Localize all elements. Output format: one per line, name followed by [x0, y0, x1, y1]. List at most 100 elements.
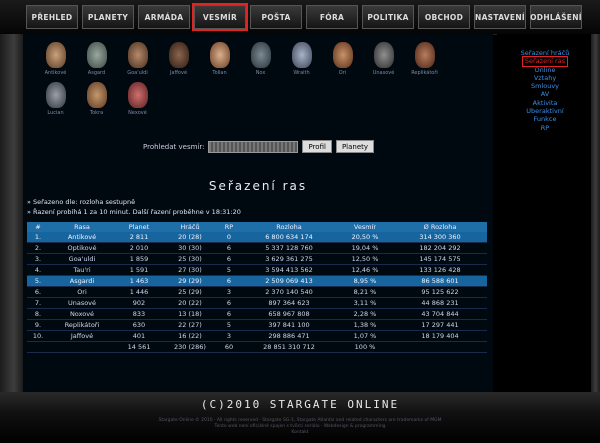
tab-prehled[interactable]: PŘEHLED [26, 5, 78, 29]
col-area[interactable]: Rozloha [241, 222, 337, 232]
avatar [127, 42, 148, 68]
race-avatar[interactable]: Nexové [117, 82, 158, 120]
table-cell[interactable]: Replikátoři [49, 319, 115, 331]
menu-uberactive[interactable]: Uberaktivní [526, 107, 563, 115]
col-rank[interactable]: # [27, 222, 49, 232]
race-avatar[interactable]: Antikové [35, 42, 76, 80]
tab-obchod[interactable]: OBCHOD [418, 5, 470, 29]
race-avatars: Antikové Asgard Goa'uldi Jaffové Tollan … [35, 42, 485, 122]
planets-button[interactable]: Planety [335, 140, 375, 153]
table-row[interactable]: 1. Antikové 2 811 20 (28) 0 6 800 634 174 20,5… [27, 232, 487, 243]
table-cell: 658 967 808 [241, 308, 337, 320]
table-cell: 6 [217, 297, 241, 309]
table-cell: 397 841 100 [241, 319, 337, 331]
table-cell: 20,50 % [337, 232, 393, 243]
avatar [45, 82, 66, 108]
table-cell: 1 591 [115, 264, 163, 276]
table-cell: 6 [217, 242, 241, 254]
race-avatar[interactable]: Replikátoři [404, 42, 445, 80]
total-cell: 60 [217, 341, 241, 353]
table-cell[interactable]: Ori [49, 286, 115, 298]
col-universe[interactable]: Vesmír [337, 222, 393, 232]
menu-race-ranking[interactable]: Seřazení ras [521, 56, 569, 67]
table-cell: 95 125 622 [393, 286, 487, 298]
table-cell: 8. [27, 308, 49, 320]
table-row[interactable]: 9. Replikátoři 630 22 (27) 5 397 841 100 1,38 … [27, 319, 487, 331]
race-avatar[interactable]: Tollan [199, 42, 240, 80]
race-avatar[interactable]: Lucian [35, 82, 76, 120]
table-cell: 6 [217, 275, 241, 287]
tab-planety[interactable]: PLANETY [82, 5, 134, 29]
table-cell: 5 [217, 264, 241, 276]
avatar [45, 42, 66, 68]
table-row[interactable]: 6. Ori 1 446 25 (29) 3 2 370 140 540 8,21 % 95 … [27, 286, 487, 298]
menu-relations[interactable]: Vztahy [534, 74, 556, 82]
race-name: Tollan [212, 70, 227, 76]
menu-functions[interactable]: Funkce [534, 115, 557, 123]
race-avatar[interactable]: Tokra [76, 82, 117, 120]
race-avatar[interactable]: Ori [322, 42, 363, 80]
table-row[interactable]: 3. Goa'uldi 1 859 25 (30) 6 3 629 361 275 12,5… [27, 253, 487, 265]
table-cell: 9. [27, 319, 49, 331]
table-cell[interactable]: Goa'uldi [49, 253, 115, 265]
table-cell: 897 364 623 [241, 297, 337, 309]
table-row[interactable]: 7. Unasové 902 20 (22) 6 897 364 623 3,11 % 44 … [27, 297, 487, 309]
col-planets[interactable]: Planet [115, 222, 163, 232]
nav-tabs: PŘEHLED PLANETY ARMÁDA VESMÍR POŠTA FÓRA… [26, 3, 582, 31]
table-row[interactable]: 5. Asgardi 1 463 29 (29) 6 2 509 069 413 8,95 … [27, 275, 487, 287]
update-info: » Řazení probíhá 1 za 10 minut. Další řa… [27, 208, 241, 216]
menu-player-ranking[interactable]: Seřazení hráčů [521, 49, 570, 57]
table-cell: 902 [115, 297, 163, 309]
menu-treaties[interactable]: Smlouvy [531, 82, 559, 90]
table-cell[interactable]: Unasové [49, 297, 115, 309]
table-header: # Rasa Planet Hráčů RP Rozloha Vesmír Ø … [27, 222, 487, 232]
menu-online[interactable]: Online [535, 66, 556, 74]
table-row[interactable]: 10. Jaffové 401 16 (22) 3 298 886 471 1,07 % 18… [27, 330, 487, 342]
table-cell[interactable]: Asgardi [49, 275, 115, 287]
table-cell: 3. [27, 253, 49, 265]
menu-rp[interactable]: RP [541, 124, 549, 132]
table-cell[interactable]: Optikové [49, 242, 115, 254]
tab-fora[interactable]: FÓRA [306, 5, 358, 29]
race-avatar[interactable]: Jaffové [158, 42, 199, 80]
menu-activity[interactable]: Aktivita [533, 99, 558, 107]
col-race[interactable]: Rasa [49, 222, 115, 232]
col-rp[interactable]: RP [217, 222, 241, 232]
table-cell[interactable]: Antikové [49, 232, 115, 243]
total-cell: 28 851 310 712 [241, 341, 337, 353]
race-avatar[interactable]: Asgard [76, 42, 117, 80]
avatar [86, 42, 107, 68]
table-row[interactable]: 8. Noxové 833 13 (18) 6 658 967 808 2,28 % 43 7… [27, 308, 487, 320]
search-input[interactable] [208, 140, 299, 153]
race-avatar[interactable]: Unasové [363, 42, 404, 80]
table-cell[interactable]: Tau'ri [49, 264, 115, 276]
table-cell[interactable]: Noxové [49, 308, 115, 320]
col-players[interactable]: Hráčů [163, 222, 217, 232]
tab-armada[interactable]: ARMÁDA [138, 5, 190, 29]
table-cell[interactable]: Jaffové [49, 330, 115, 342]
menu-av[interactable]: AV [541, 90, 549, 98]
race-avatar[interactable]: Wraith [281, 42, 322, 80]
tab-odhlaseni[interactable]: ODHLÁŠENÍ [530, 5, 582, 29]
table-cell: 27 (30) [163, 264, 217, 276]
profile-button[interactable]: Profil [302, 140, 332, 153]
race-name: Lucian [47, 110, 64, 116]
avatar [414, 42, 435, 68]
tab-politika[interactable]: POLITIKA [362, 5, 414, 29]
race-ranking-table: # Rasa Planet Hráčů RP Rozloha Vesmír Ø … [27, 222, 487, 353]
race-avatar[interactable]: Nox [240, 42, 281, 80]
footer-contact-link[interactable]: Kontakt [0, 430, 600, 436]
table-row[interactable]: 2. Optikové 2 010 30 (30) 6 5 337 128 760 19,0… [27, 242, 487, 254]
race-avatar[interactable]: Goa'uldi [117, 42, 158, 80]
table-cell: 8,95 % [337, 275, 393, 287]
table-cell: 44 868 231 [393, 297, 487, 309]
tab-vesmir[interactable]: VESMÍR [192, 3, 248, 31]
table-cell: 5 337 128 760 [241, 242, 337, 254]
table-cell: 20 (22) [163, 297, 217, 309]
col-avg-area[interactable]: Ø Rozloha [393, 222, 487, 232]
table-cell: 4. [27, 264, 49, 276]
tab-nastaveni[interactable]: NASTAVENÍ [474, 5, 526, 29]
table-row[interactable]: 4. Tau'ri 1 591 27 (30) 5 3 594 413 562 12,46 … [27, 264, 487, 276]
tab-posta[interactable]: POŠTA [250, 5, 302, 29]
page-title: Seřazení ras [208, 179, 308, 193]
